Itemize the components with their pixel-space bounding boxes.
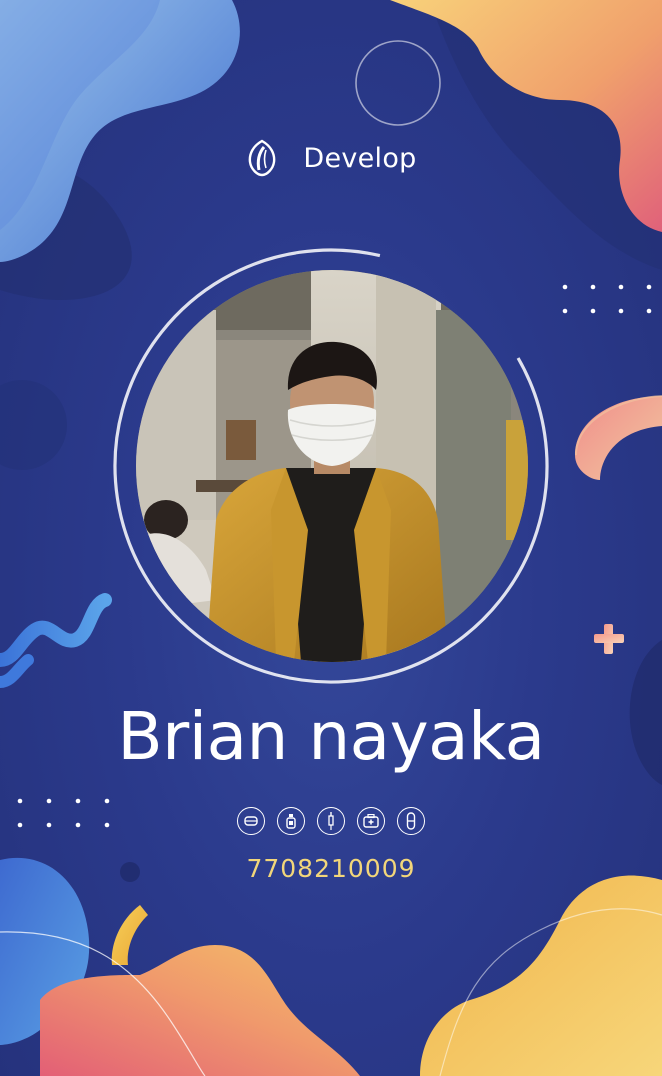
capsule-pill-icon [397,807,425,835]
phone-number: 7708210009 [246,854,416,883]
profile-photo [136,270,528,662]
id-card: Develop Brian nayaka 7708210009 [0,0,662,1076]
person-portrait [136,270,528,662]
first-aid-kit-icon [357,807,385,835]
sanitizer-bottle-icon [277,807,305,835]
health-badges [0,807,662,835]
person-name: Brian nayaka [117,698,545,775]
brand-label: Develop [303,142,417,174]
syringe-icon [317,807,345,835]
brand-header: Develop [0,138,662,178]
face-mask-icon [237,807,265,835]
leaf-swirl-icon [249,139,276,177]
